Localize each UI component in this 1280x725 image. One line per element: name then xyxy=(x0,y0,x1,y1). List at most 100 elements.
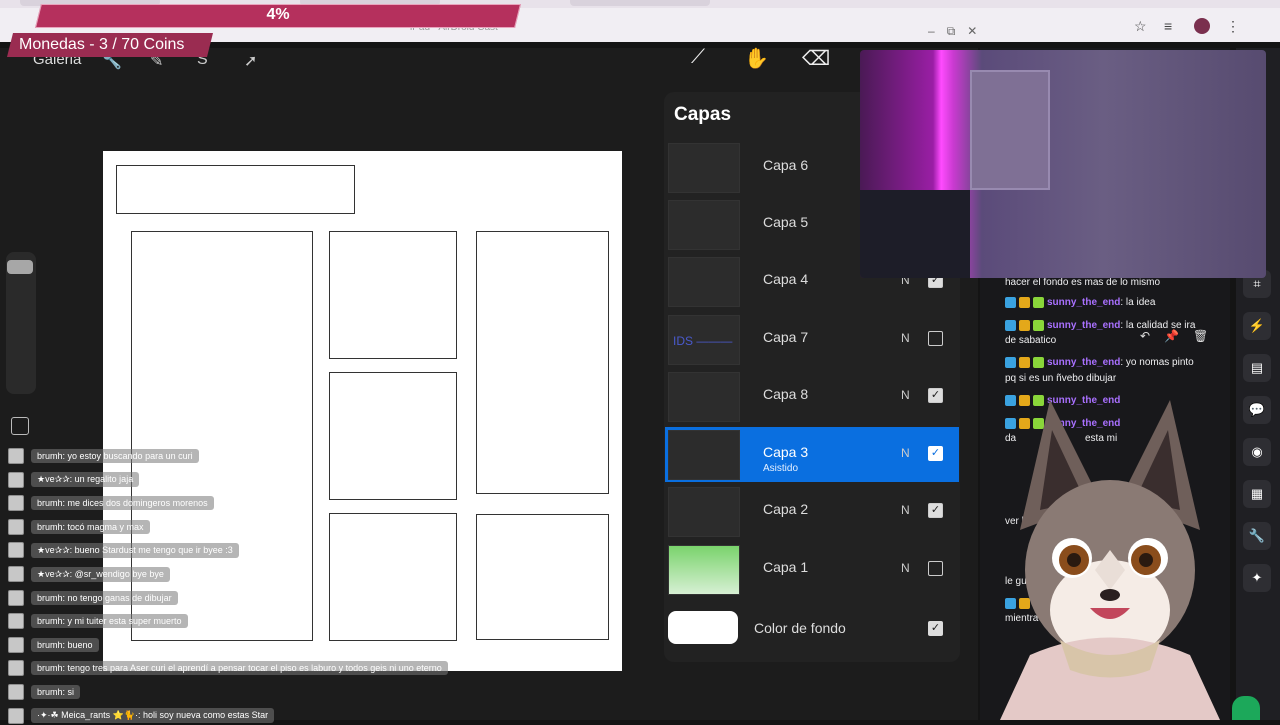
chat-badge-icon xyxy=(1019,297,1030,308)
transform-arrow-icon[interactable]: ➚ xyxy=(244,51,257,71)
overlay-chat-text: : me dices dos domingeros morenos xyxy=(62,498,208,509)
layer-thumbnail[interactable] xyxy=(668,429,740,480)
chat-username[interactable]: sunny_the_end xyxy=(1047,297,1120,308)
blend-mode-button[interactable]: N xyxy=(901,561,910,575)
layer-visibility-checkbox[interactable]: ✓ xyxy=(928,503,943,518)
webcam-feed xyxy=(860,50,1266,278)
chat-avatar xyxy=(8,660,24,677)
notes-icon[interactable]: ▤ xyxy=(1243,354,1271,382)
overlay-chat-text: : tengo tres para Aser curi el aprendí a… xyxy=(62,663,442,674)
profile-avatar[interactable] xyxy=(1194,18,1210,34)
slider-knob[interactable] xyxy=(7,260,33,274)
playlist-icon[interactable]: ≡ xyxy=(1164,19,1178,33)
chat-avatar xyxy=(8,471,24,488)
overlay-chat-text: : si xyxy=(62,687,75,697)
layer-thumbnail[interactable] xyxy=(668,544,740,595)
smudge-icon[interactable]: ✋ xyxy=(744,46,769,70)
overlay-chat-text: : bueno Stardust me tengo que ir byee :3 xyxy=(69,544,233,555)
canvas-page[interactable] xyxy=(103,151,622,671)
blend-mode-button[interactable]: N xyxy=(901,446,910,460)
broadcast-icon[interactable]: ◉ xyxy=(1243,438,1271,466)
background-color-swatch[interactable] xyxy=(668,611,738,644)
comic-panel xyxy=(329,231,457,359)
layer-row[interactable]: Capa 3 Asistido N ✓ xyxy=(665,427,959,482)
blend-mode-button[interactable]: N xyxy=(901,331,910,345)
layer-thumbnail[interactable] xyxy=(668,486,740,537)
background-visibility-checkbox[interactable]: ✓ xyxy=(928,621,943,636)
overlay-chat-message: brumh: tengo tres para Aser curi el apre… xyxy=(8,659,448,677)
layer-visibility-checkbox[interactable]: ✓ xyxy=(928,388,943,403)
overlay-chat-bubble: ★ve✰✰: @sr_wendigo bye bye xyxy=(31,566,170,582)
blend-mode-button[interactable]: N xyxy=(901,503,910,517)
chat-avatar xyxy=(8,448,24,464)
pin-icon[interactable]: 📌 xyxy=(1164,329,1179,343)
chat-username[interactable]: sunny_the_end xyxy=(1047,357,1120,368)
overlay-chat-username: brumh xyxy=(37,616,63,627)
chat-text: : yo nomas pinto xyxy=(1120,357,1194,369)
layer-thumbnail[interactable]: IDS ——— xyxy=(668,314,740,365)
overlay-chat-username: brumh xyxy=(37,663,63,674)
lightning-icon[interactable]: ⚡ xyxy=(1243,312,1271,340)
chat-text: de sabatico xyxy=(1005,335,1057,346)
chat-badge-icon xyxy=(1033,297,1044,308)
chat-badge-icon xyxy=(1005,297,1016,308)
shelf xyxy=(970,70,1050,190)
chat-badge-icon xyxy=(1005,357,1016,368)
window-controls: – ⧉ ✕ xyxy=(928,24,977,39)
delete-icon[interactable]: 🗑 xyxy=(1193,329,1208,343)
modify-button[interactable] xyxy=(11,417,29,435)
overlay-chat-text: : yo estoy buscando para un curi xyxy=(62,451,193,461)
background-color-label: Color de fondo xyxy=(754,620,846,636)
maximize-icon[interactable]: ⧉ xyxy=(947,24,956,39)
star-icon[interactable]: ☆ xyxy=(1134,19,1148,33)
layer-visibility-checkbox[interactable]: ✓ xyxy=(928,446,943,461)
overlay-chat-message: brumh: bueno xyxy=(8,636,99,654)
eraser-icon[interactable]: ⌫ xyxy=(802,46,830,70)
layers-title: Capas xyxy=(674,104,732,125)
reply-icon[interactable]: ↶ xyxy=(1140,329,1150,343)
coins-label: Monedas - 3 / 70 Coins xyxy=(19,36,185,53)
layer-thumbnail[interactable] xyxy=(668,256,740,307)
more-icon[interactable]: ⋮ xyxy=(1226,19,1240,33)
overlay-chat-message: ★ve✰✰: @sr_wendigo bye bye xyxy=(8,565,170,583)
chat-avatar xyxy=(8,636,24,653)
progress-label: 4% xyxy=(266,6,290,23)
browser-tab[interactable] xyxy=(570,0,710,6)
live-indicator xyxy=(1232,696,1260,720)
chat-message: de sabatico xyxy=(1005,335,1056,346)
overlay-chat-bubble: brumh: y mi tuiter esta super muerto xyxy=(31,614,188,629)
chat-icon[interactable]: 💬 xyxy=(1243,396,1271,424)
overlay-chat-username: brumh xyxy=(37,687,63,697)
message-actions: ↶ 📌 🗑 xyxy=(1140,329,1208,343)
chat-message: sunny_the_end: yo nomas pinto xyxy=(1005,357,1194,368)
layer-row[interactable]: Capa 2 N ✓ xyxy=(665,484,959,539)
overlay-chat-bubble: brumh: tengo tres para Aser curi el apre… xyxy=(31,661,448,676)
layer-thumbnail[interactable] xyxy=(668,199,740,250)
layer-name: Capa 3 xyxy=(763,444,809,460)
minimize-icon[interactable]: – xyxy=(928,24,935,39)
layout-icon[interactable]: ▦ xyxy=(1243,480,1271,508)
wrench-icon[interactable]: 🔧 xyxy=(1243,522,1271,550)
overlay-chat-message: brumh: tocó magma y max xyxy=(8,518,150,536)
overlay-chat-username: brumh xyxy=(37,521,63,532)
layer-visibility-checkbox[interactable] xyxy=(928,561,943,576)
layer-thumbnail[interactable] xyxy=(668,142,740,193)
overlay-chat-username: ★ve✰✰ xyxy=(37,568,70,579)
layer-visibility-checkbox[interactable] xyxy=(928,331,943,346)
layer-row[interactable]: Capa 8 N ✓ xyxy=(665,369,959,424)
browser-toolbar-icons: ☆ ≡ ⋮ xyxy=(1134,18,1240,34)
layer-name: Capa 5 xyxy=(763,214,809,230)
overlay-chat-message: brumh: me dices dos domingeros morenos xyxy=(8,494,214,512)
chat-avatar xyxy=(8,684,24,700)
layer-row[interactable]: IDS ——— Capa 7 N xyxy=(665,312,959,367)
brush-icon[interactable]: ⟋ xyxy=(686,46,710,70)
layer-row[interactable]: Capa 1 N xyxy=(665,542,959,597)
close-icon[interactable]: ✕ xyxy=(967,24,977,39)
extensions-icon[interactable]: ✦ xyxy=(1243,564,1271,592)
layer-name: Capa 4 xyxy=(763,271,809,287)
blend-mode-button[interactable]: N xyxy=(901,388,910,402)
chat-username[interactable]: sunny_the_end xyxy=(1047,320,1120,331)
layer-thumbnail[interactable] xyxy=(668,371,740,422)
overlay-chat-text: : un regalito jaja xyxy=(69,474,134,485)
overlay-chat-message: brumh: no tengo ganas de dibujar xyxy=(8,589,178,607)
